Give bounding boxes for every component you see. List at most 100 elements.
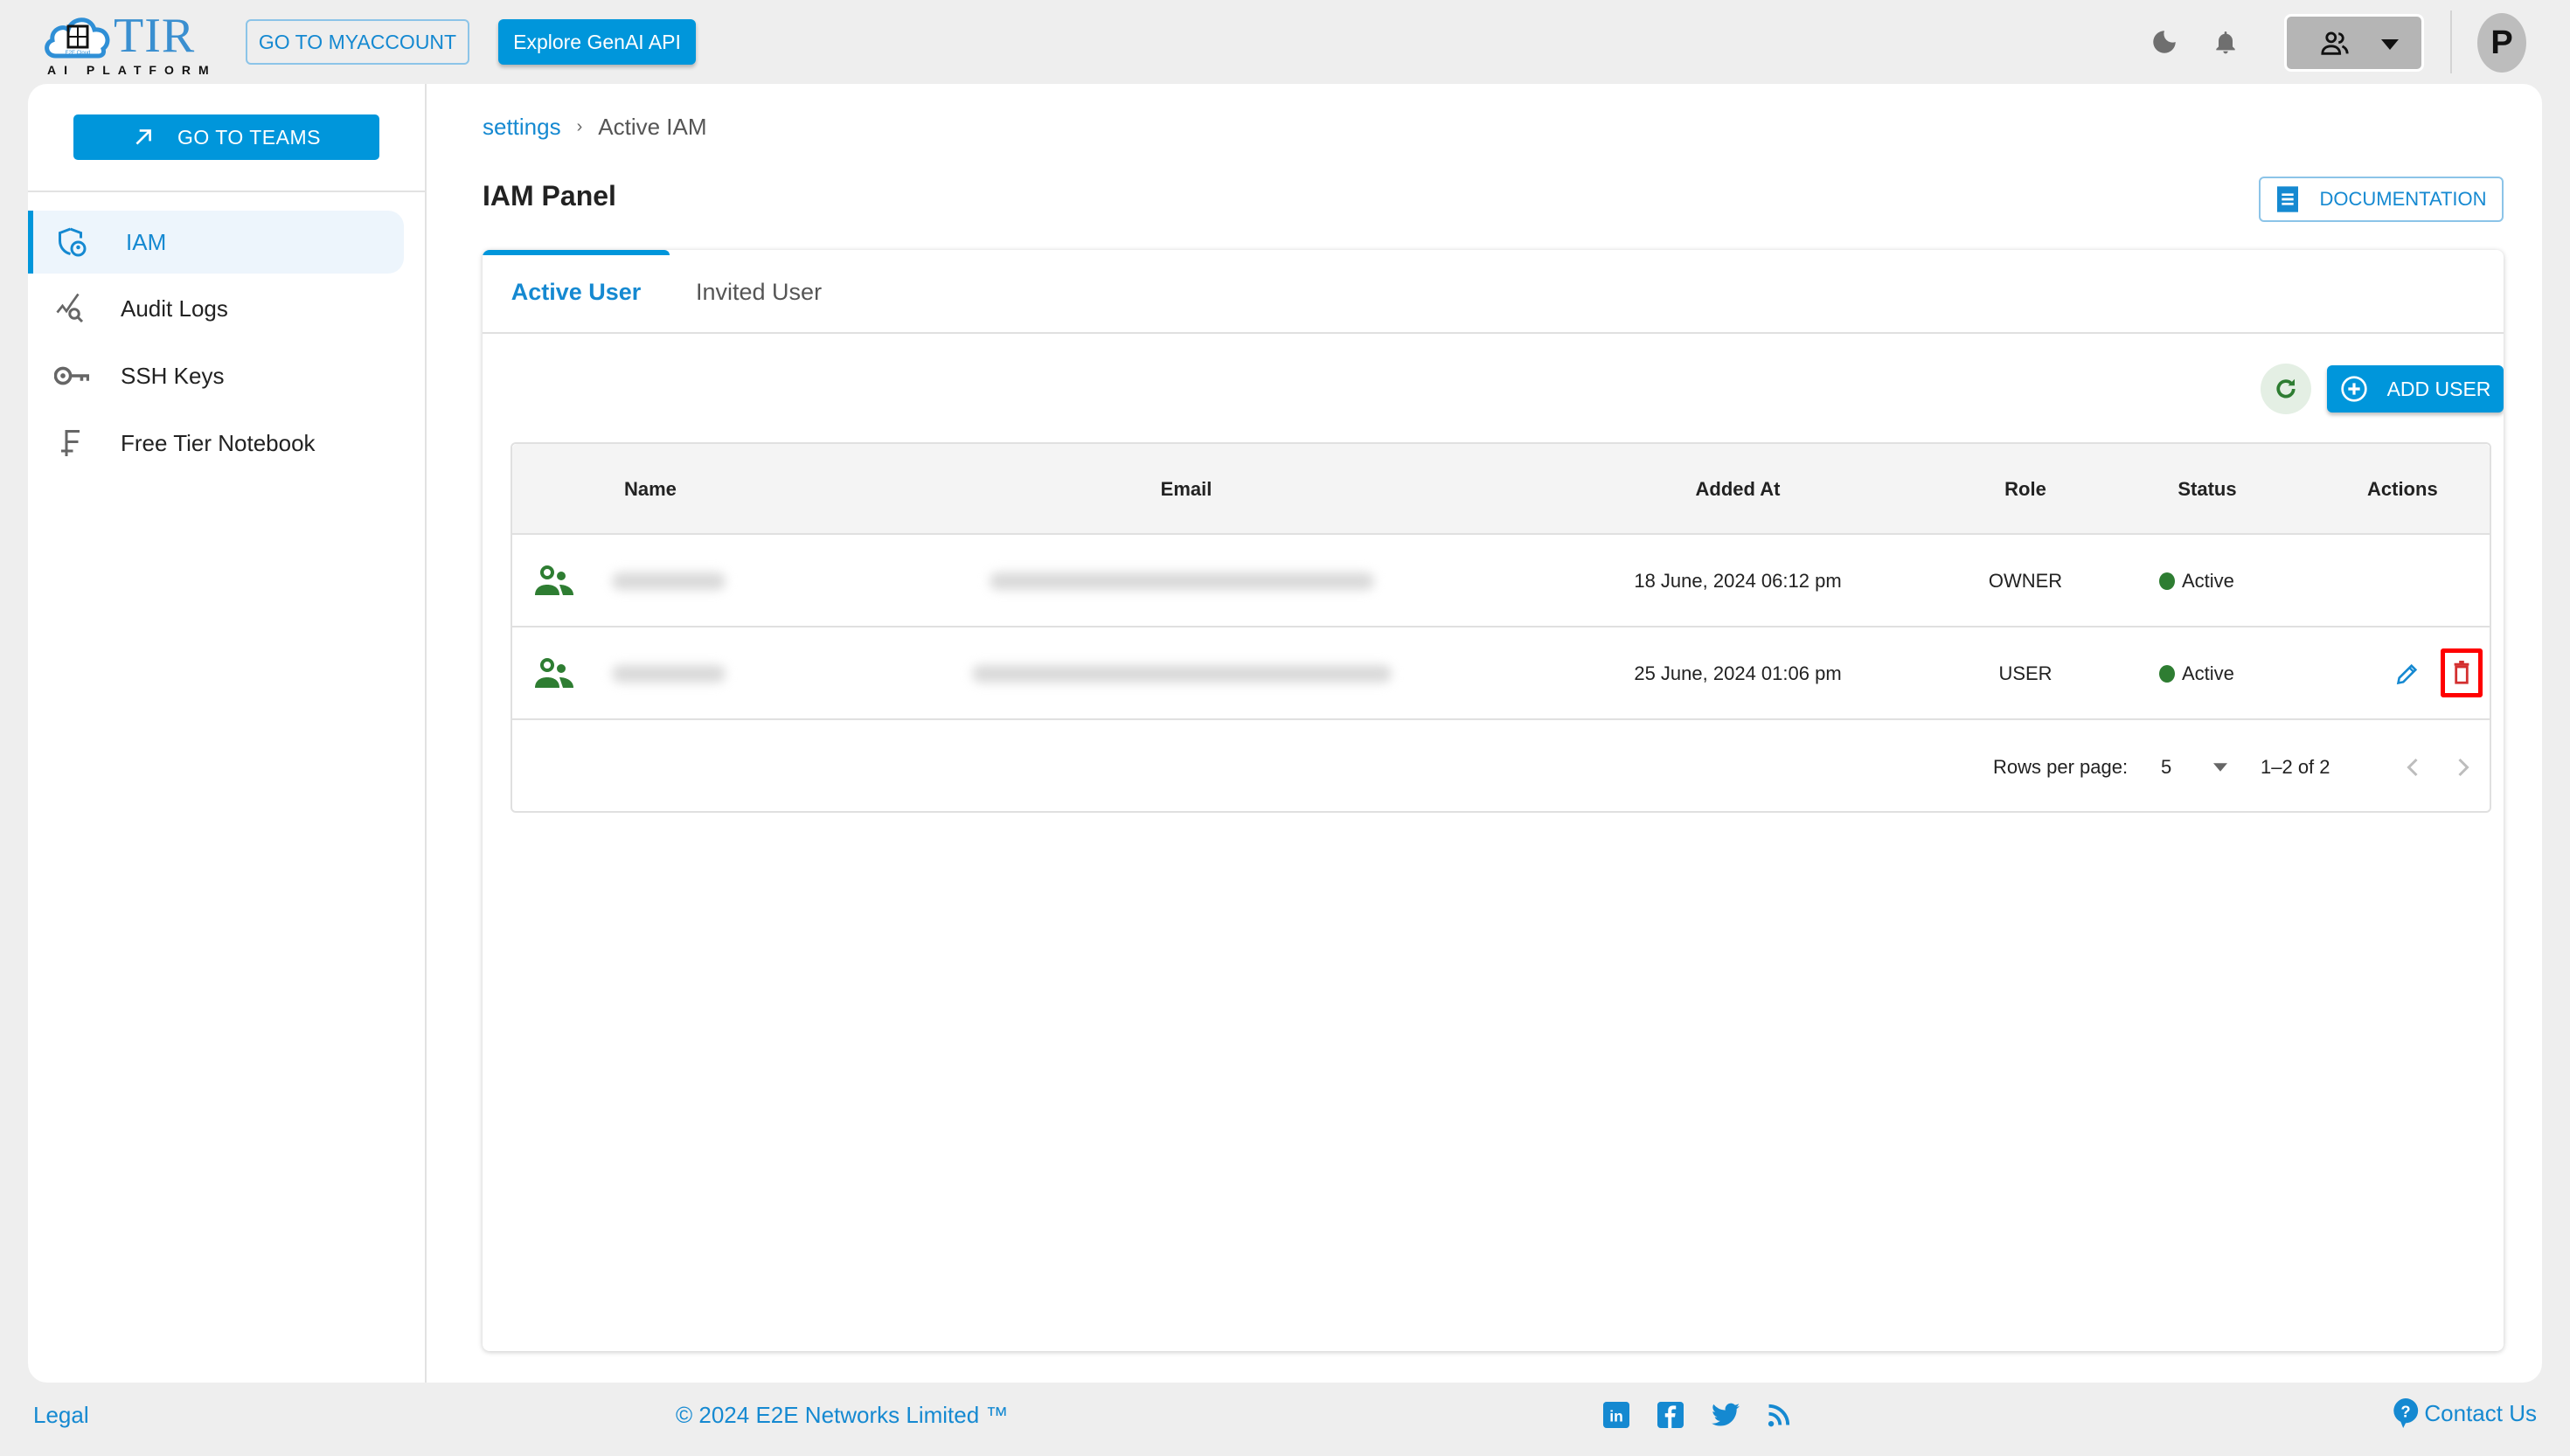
- pencil-icon: [2396, 663, 2418, 685]
- user-email: [990, 535, 1374, 627]
- column-header-actions: Actions: [2367, 478, 2438, 500]
- table-row: 25 June, 2024 01:06 pm USER Active: [512, 627, 2490, 720]
- cloud-logo-icon: E2E Cloud: [45, 17, 110, 59]
- sidebar-item-label: Audit Logs: [121, 295, 228, 322]
- refresh-icon: [2276, 378, 2296, 399]
- status-text: Active: [2182, 662, 2234, 684]
- refresh-button[interactable]: [2261, 364, 2311, 414]
- tab-active-user[interactable]: Active User: [483, 250, 670, 334]
- status-dot-icon: [2159, 665, 2175, 683]
- go-to-teams-label: GO TO TEAMS: [177, 125, 321, 149]
- team-switcher[interactable]: [2284, 14, 2424, 72]
- contact-us-link[interactable]: ? Contact Us: [2393, 1398, 2537, 1428]
- go-to-teams-button[interactable]: GO TO TEAMS: [73, 114, 379, 160]
- sidebar: GO TO TEAMS IAM Audit Logs SSH Keys Free…: [28, 84, 427, 1383]
- help-icon: ?: [2393, 1398, 2419, 1428]
- status-dot-icon: [2159, 572, 2175, 590]
- shield-user-icon: [52, 223, 91, 261]
- add-user-button[interactable]: ADD USER: [2327, 365, 2504, 413]
- role: OWNER: [1988, 570, 2063, 592]
- sidebar-item-ssh-keys[interactable]: SSH Keys: [28, 344, 404, 407]
- key-icon: [52, 357, 91, 395]
- breadcrumb-settings-link[interactable]: settings: [483, 114, 561, 141]
- column-header-email[interactable]: Email: [1161, 444, 1212, 535]
- added-at: 18 June, 2024 06:12 pm: [1634, 570, 1842, 592]
- go-to-myaccount-button[interactable]: GO TO MYACCOUNT: [246, 19, 469, 65]
- bell-icon[interactable]: [2208, 24, 2243, 59]
- column-header-name[interactable]: Name: [624, 444, 677, 535]
- user-email: [972, 627, 1392, 720]
- breadcrumb-separator: ›: [576, 117, 583, 136]
- tir-logo[interactable]: E2E Cloud TIR AI PLATFORM: [44, 9, 209, 77]
- sidebar-item-free-tier-notebook[interactable]: Free Tier Notebook: [28, 412, 404, 475]
- svg-text:E2E Cloud: E2E Cloud: [66, 51, 91, 56]
- previous-page-button[interactable]: [2406, 722, 2420, 813]
- tab-bar: Active User Invited User: [483, 250, 2504, 334]
- add-user-label: ADD USER: [2386, 377, 2491, 400]
- caret-down-icon: [2381, 39, 2399, 50]
- legal-link[interactable]: Legal: [33, 1402, 89, 1429]
- arrow-up-right-icon: [135, 129, 151, 145]
- explore-genai-api-button[interactable]: Explore GenAI API: [498, 19, 696, 65]
- copyright: © 2024 E2E Networks Limited ™: [676, 1402, 1009, 1428]
- rows-per-page-label: Rows per page:: [1993, 756, 2129, 778]
- iam-panel: Active User Invited User ADD USER Name E…: [483, 250, 2504, 1351]
- breadcrumb: settings › Active IAM: [483, 114, 707, 141]
- logo-title: TIR: [114, 9, 196, 63]
- breadcrumb-current: Active IAM: [598, 114, 707, 140]
- table-header: Name Email Added At Role Status Actions: [512, 444, 2490, 535]
- next-page-button[interactable]: [2456, 722, 2470, 813]
- tab-invited-user[interactable]: Invited User: [696, 250, 822, 334]
- moon-icon[interactable]: [2147, 24, 2182, 59]
- rss-icon[interactable]: [1768, 1403, 1790, 1427]
- facebook-icon[interactable]: [1657, 1402, 1684, 1428]
- twitter-icon[interactable]: [1712, 1403, 1740, 1427]
- pagination: Rows per page: 5 1–2 of 2: [512, 722, 2490, 813]
- content-area: settings › Active IAM IAM Panel DOCUMENT…: [427, 84, 2542, 1383]
- page-title: IAM Panel: [483, 180, 616, 211]
- status-badge: Active: [2159, 535, 2234, 627]
- logo-subtitle: AI PLATFORM: [47, 63, 217, 77]
- caret-down-icon: [2213, 763, 2228, 772]
- sidebar-item-label: SSH Keys: [121, 362, 225, 389]
- linkedin-icon[interactable]: in: [1603, 1402, 1629, 1428]
- main-shell: GO TO TEAMS IAM Audit Logs SSH Keys Free…: [28, 84, 2542, 1383]
- svg-text:in: in: [1609, 1408, 1623, 1425]
- team-icon: [2321, 31, 2349, 55]
- column-header-added-at[interactable]: Added At: [1696, 444, 1781, 535]
- delete-button[interactable]: [2441, 648, 2483, 697]
- header-divider: [2450, 10, 2452, 73]
- chevron-left-icon: [2407, 758, 2418, 777]
- page-range: 1–2 of 2: [2261, 756, 2330, 778]
- contact-us-label: Contact Us: [2424, 1399, 2537, 1426]
- document-icon: [2277, 186, 2299, 212]
- sidebar-item-label: IAM: [126, 228, 167, 255]
- user-group-icon: [533, 535, 575, 627]
- sidebar-divider: [28, 191, 427, 192]
- users-table: Name Email Added At Role Status Actions …: [511, 442, 2491, 813]
- user-name: [612, 535, 726, 627]
- user-group-icon: [533, 627, 575, 720]
- user-name: [612, 627, 726, 720]
- sidebar-item-label: Free Tier Notebook: [121, 429, 316, 456]
- svg-text:?: ?: [2401, 1402, 2411, 1420]
- audit-search-icon: [52, 289, 91, 328]
- rows-per-page-select[interactable]: 5: [2161, 722, 2228, 813]
- documentation-button[interactable]: DOCUMENTATION: [2259, 177, 2504, 222]
- added-at: 25 June, 2024 01:06 pm: [1634, 662, 1842, 684]
- plus-circle-icon: [2340, 376, 2367, 402]
- social-links: in: [1603, 1402, 1790, 1428]
- user-avatar[interactable]: P: [2477, 13, 2526, 73]
- trash-icon: [2454, 661, 2469, 684]
- free-tier-icon: [52, 424, 91, 462]
- table-row: 18 June, 2024 06:12 pm OWNER Active: [512, 535, 2490, 627]
- edit-button[interactable]: [2395, 627, 2420, 720]
- sidebar-item-iam[interactable]: IAM: [28, 211, 404, 274]
- column-header-role[interactable]: Role: [2004, 444, 2046, 535]
- chevron-right-icon: [2458, 758, 2469, 777]
- rows-per-page-value: 5: [2161, 756, 2172, 778]
- status-text: Active: [2182, 570, 2234, 592]
- column-header-status[interactable]: Status: [2178, 444, 2236, 535]
- top-bar: E2E Cloud TIR AI PLATFORM GO TO MYACCOUN…: [0, 0, 2570, 84]
- sidebar-item-audit-logs[interactable]: Audit Logs: [28, 277, 404, 340]
